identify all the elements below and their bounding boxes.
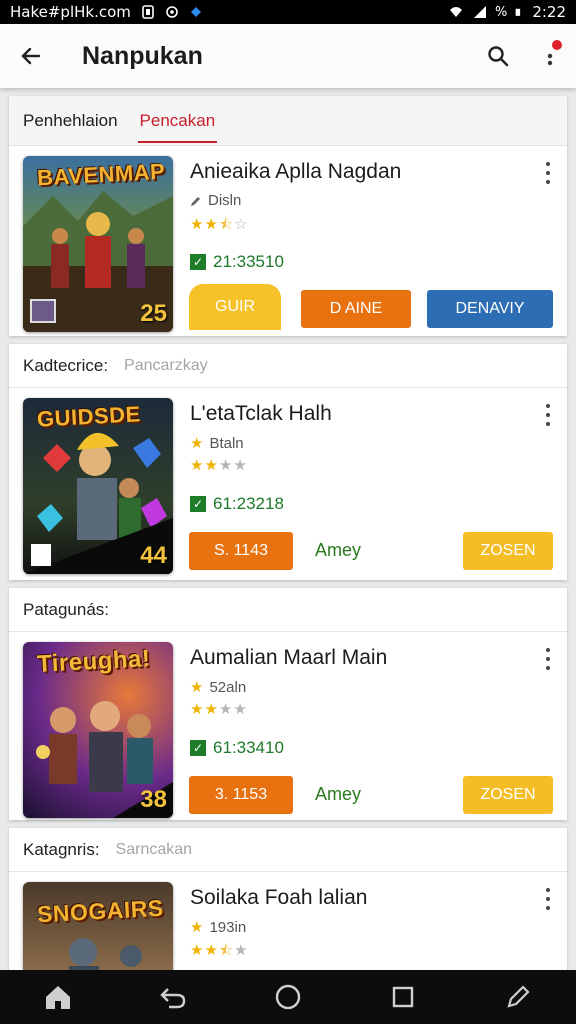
- check-row: ✓ 61:33410: [190, 738, 284, 758]
- notification-icon: [142, 5, 154, 19]
- section-card: Katagnris: Sarncakan SNOGAIRS Soilaka Fo…: [9, 828, 567, 978]
- tab-bar: Penhehlaion Pencakan: [9, 96, 567, 146]
- battery-percent: %: [494, 4, 508, 20]
- edit-icon: [507, 985, 530, 1008]
- card-featured: Penhehlaion Pencakan BAVENMAP 25 Anieaik…: [9, 96, 567, 336]
- daine-button[interactable]: D AINE: [301, 290, 411, 328]
- section-header: Kadtecrice: Pancarzkay: [9, 344, 567, 388]
- sync-icon: [166, 6, 178, 18]
- checkbox-icon: ✓: [190, 740, 206, 756]
- rating-stars: ★★⯪☆: [190, 215, 249, 233]
- price-button[interactable]: 3. 1153: [189, 776, 293, 814]
- section-header: Katagnris: Sarncakan: [9, 828, 567, 872]
- back-button[interactable]: [0, 24, 62, 88]
- section-header: Patagunás:: [9, 588, 567, 632]
- star-icon: ★: [190, 918, 204, 936]
- amey-link[interactable]: Amey: [315, 784, 361, 805]
- thumbnail-number: 38: [140, 786, 167, 813]
- guir-button[interactable]: GUIR: [189, 284, 281, 330]
- checkbox-icon: ✓: [190, 254, 206, 270]
- item-more-button[interactable]: [545, 648, 551, 670]
- status-left-text: Hake#plHk.com: [10, 3, 131, 21]
- zosen-button[interactable]: ZOSEN: [463, 532, 553, 570]
- list-item[interactable]: Tireugha! 38 Aumalian Maarl Main ★ 52aln…: [9, 632, 567, 822]
- game-thumbnail[interactable]: SNOGAIRS: [23, 882, 173, 978]
- circle-home-icon: [275, 984, 301, 1010]
- back-arrow-icon: [21, 47, 41, 65]
- item-more-button[interactable]: [545, 162, 551, 184]
- list-item[interactable]: SNOGAIRS Soilaka Foah lalian ★ 193in ★★⯪…: [9, 872, 567, 978]
- star-icon: ★: [190, 678, 204, 696]
- battery-icon: [515, 8, 521, 16]
- overflow-menu-button[interactable]: [524, 24, 576, 88]
- tab-penhehlaion[interactable]: Penhehlaion: [23, 96, 118, 146]
- item-subtitle: Disln: [190, 192, 241, 209]
- status-bar: Hake#plHk.com % 2:22: [0, 0, 576, 24]
- search-icon: [488, 46, 509, 67]
- item-title: Soilaka Foah lalian: [190, 886, 368, 909]
- system-nav-bar: [0, 970, 576, 1024]
- thumbnail-title: GUIDSDE: [36, 401, 142, 432]
- signal-icon: [473, 6, 486, 18]
- item-subtitle: ★ 52aln: [190, 678, 247, 696]
- rating-stars: ★★★★: [190, 456, 248, 474]
- price-button[interactable]: S. 1143: [189, 532, 293, 570]
- home-icon: [45, 986, 70, 1009]
- list-item[interactable]: GUIDSDE 44 L'etaTclak Halh ★ Btaln ★★★★ …: [9, 388, 567, 578]
- notification-dot: [552, 40, 562, 50]
- item-more-button[interactable]: [545, 888, 551, 910]
- game-thumbnail[interactable]: BAVENMAP 25: [23, 156, 173, 332]
- item-title: Aumalian Maarl Main: [190, 646, 388, 669]
- check-row: ✓ 61:23218: [190, 494, 284, 514]
- home-nav-button[interactable]: [34, 973, 82, 1021]
- recents-button[interactable]: [379, 973, 427, 1021]
- wifi-icon: [449, 7, 462, 17]
- check-row: ✓ 21:33510: [190, 252, 284, 272]
- rating-stars: ★★★★: [190, 700, 248, 718]
- zosen-button[interactable]: ZOSEN: [463, 776, 553, 814]
- game-thumbnail[interactable]: Tireugha! 38: [23, 642, 173, 818]
- status-time: 2:22: [532, 3, 566, 21]
- item-subtitle: ★ Btaln: [190, 434, 244, 452]
- game-thumbnail[interactable]: GUIDSDE 44: [23, 398, 173, 574]
- home-circle-button[interactable]: [264, 973, 312, 1021]
- thumbnail-number: 25: [140, 300, 167, 327]
- pencil-icon: [191, 196, 200, 206]
- recents-icon: [392, 986, 414, 1008]
- app-bar: Nanpukan: [0, 24, 576, 88]
- checkbox-icon: ✓: [190, 496, 206, 512]
- dropbox-icon: [190, 7, 201, 17]
- back-nav-button[interactable]: [149, 973, 197, 1021]
- rating-stars: ★★⯪★: [190, 941, 249, 959]
- denaviy-button[interactable]: DENAVIY: [427, 290, 553, 328]
- back-nav-icon: [160, 988, 185, 1009]
- item-subtitle: ★ 193in: [190, 918, 247, 936]
- tab-pencakan[interactable]: Pencakan: [137, 96, 217, 146]
- list-item[interactable]: BAVENMAP 25 Anieaika Aplla Nagdan Disln …: [9, 146, 567, 336]
- amey-link[interactable]: Amey: [315, 540, 361, 561]
- item-title: Anieaika Aplla Nagdan: [190, 160, 402, 183]
- search-button[interactable]: [472, 24, 524, 88]
- item-more-button[interactable]: [545, 404, 551, 426]
- section-card: Kadtecrice: Pancarzkay GUIDSDE 44 L'etaT…: [9, 344, 567, 580]
- thumbnail-title: Tireugha!: [36, 645, 152, 678]
- section-card: Patagunás: Tireugha! 38 Aumalian Maarl M…: [9, 588, 567, 820]
- thumbnail-number: 44: [140, 542, 167, 569]
- item-title: L'etaTclak Halh: [190, 402, 332, 425]
- page-title: Nanpukan: [82, 41, 203, 70]
- star-icon: ★: [190, 434, 204, 452]
- edit-nav-button[interactable]: [494, 973, 542, 1021]
